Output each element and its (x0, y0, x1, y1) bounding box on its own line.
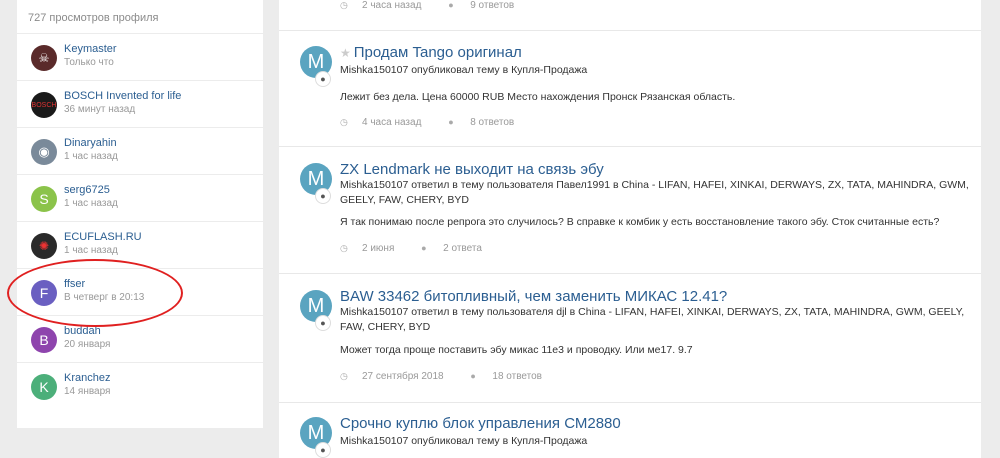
star-icon: ★ (340, 46, 351, 60)
visitor-time: 1 час назад (64, 245, 118, 256)
visitor-name[interactable]: ffser (64, 278, 85, 290)
post-time[interactable]: 4 часа назад (362, 117, 421, 128)
visitor-name[interactable]: Keymaster (64, 43, 117, 55)
visitor-time: 20 января (64, 339, 111, 350)
comment-icon: ● (315, 188, 331, 204)
activity-feed: ◷ 2 часа назад ● 9 ответов M ● ★ Продам Tan… (279, 0, 981, 458)
comment-icon: ● (421, 243, 427, 253)
clock-icon: ◷ (340, 371, 348, 381)
comment-icon: ● (315, 315, 331, 331)
post-author-line: Mishka150107 ответил в тему пользователя… (340, 306, 965, 333)
post-title[interactable]: BAW 33462 битопливный, чем заменить МИКА… (340, 288, 727, 305)
visitor-name[interactable]: ECUFLASH.RU (64, 231, 142, 243)
profile-views-count: 727 просмотров профиля (28, 12, 159, 24)
visitor-name[interactable]: BOSCH Invented for life (64, 90, 181, 102)
activity-item: M ● ★ Продам Tango оригинал Mishka150107 … (279, 30, 981, 142)
avatar[interactable]: ✺ (31, 233, 57, 259)
visitor-time: Только что (64, 57, 114, 68)
visitor-name[interactable]: Dinaryahin (64, 137, 117, 149)
activity-item: M ● Срочно куплю блок управления СМ2880 … (279, 402, 981, 458)
visitor-time: 1 час назад (64, 151, 118, 162)
visitor-name[interactable]: serg6725 (64, 184, 110, 196)
recent-visitors-panel: 727 просмотров профиля ☠ Keymaster Тольк… (17, 0, 263, 428)
avatar[interactable]: K (31, 374, 57, 400)
visitor-item[interactable]: S serg6725 1 час назад (17, 174, 263, 221)
post-snippet: Может тогда проще поставить эбу микас 11… (340, 344, 693, 356)
visitor-item[interactable]: BOSCH BOSCH Invented for life 36 минут н… (17, 80, 263, 127)
visitor-item[interactable]: ◉ Dinaryahin 1 час назад (17, 127, 263, 174)
post-meta: ◷ 2 часа назад ● 9 ответов (340, 0, 538, 11)
visitor-name[interactable]: buddah (64, 325, 101, 337)
activity-item: M ● BAW 33462 битопливный, чем заменить … (279, 273, 981, 401)
post-replies: 2 ответа (443, 243, 482, 254)
post-replies: 9 ответов (470, 0, 515, 11)
post-author-line: Mishka150107 ответил в тему пользователя… (340, 179, 969, 206)
post-title[interactable]: Срочно куплю блок управления СМ2880 (340, 415, 621, 432)
visitor-item[interactable]: K Kranchez 14 января (17, 362, 263, 409)
visitor-item[interactable]: ☠ Keymaster Только что (17, 33, 263, 80)
avatar[interactable]: S (31, 186, 57, 212)
visitor-time: В четверг в 20:13 (64, 292, 145, 303)
comment-icon: ● (315, 71, 331, 87)
post-replies: 8 ответов (470, 117, 515, 128)
clock-icon: ◷ (340, 243, 348, 253)
post-time[interactable]: 2 часа назад (362, 0, 421, 11)
visitor-time: 36 минут назад (64, 104, 136, 115)
avatar[interactable]: B (31, 327, 57, 353)
post-title-text[interactable]: Продам Tango оригинал (354, 44, 522, 61)
post-replies: 18 ответов (492, 371, 542, 382)
post-meta: ◷ 27 сентября 2018 ● 18 ответов (340, 371, 566, 382)
comment-icon: ● (470, 371, 476, 381)
clock-icon: ◷ (340, 0, 348, 10)
visitor-name[interactable]: Kranchez (64, 372, 110, 384)
avatar[interactable]: F (31, 280, 57, 306)
comment-icon: ● (448, 0, 454, 10)
comment-icon: ● (448, 117, 454, 127)
avatar[interactable]: BOSCH (31, 92, 57, 118)
comment-icon: ● (315, 442, 331, 458)
activity-item: M ● ZX Lendmark не выходит на связь эбу … (279, 146, 981, 268)
visitor-item[interactable]: B buddah 20 января (17, 315, 263, 362)
visitor-time: 14 января (64, 386, 111, 397)
avatar[interactable]: ◉ (31, 139, 57, 165)
visitor-time: 1 час назад (64, 198, 118, 209)
post-time[interactable]: 27 сентября 2018 (362, 371, 444, 382)
post-author-line: Mishka150107 опубликовал тему в Купля-Пр… (340, 435, 588, 447)
post-meta: ◷ 4 часа назад ● 8 ответов (340, 117, 538, 128)
post-title[interactable]: ★ Продам Tango оригинал (340, 44, 522, 61)
post-title[interactable]: ZX Lendmark не выходит на связь эбу (340, 161, 604, 178)
post-snippet: Лежит без дела. Цена 60000 RUB Место нах… (340, 91, 736, 103)
avatar[interactable]: ☠ (31, 45, 57, 71)
post-time[interactable]: 2 июня (362, 243, 394, 254)
visitor-item[interactable]: ✺ ECUFLASH.RU 1 час назад (17, 221, 263, 268)
post-snippet: Я так понимаю после репрога это случилос… (340, 216, 940, 228)
post-author-line: Mishka150107 опубликовал тему в Купля-Пр… (340, 64, 588, 76)
visitor-item[interactable]: F ffser В четверг в 20:13 (17, 268, 263, 315)
clock-icon: ◷ (340, 117, 348, 127)
post-meta: ◷ 2 июня ● 2 ответа (340, 243, 506, 254)
